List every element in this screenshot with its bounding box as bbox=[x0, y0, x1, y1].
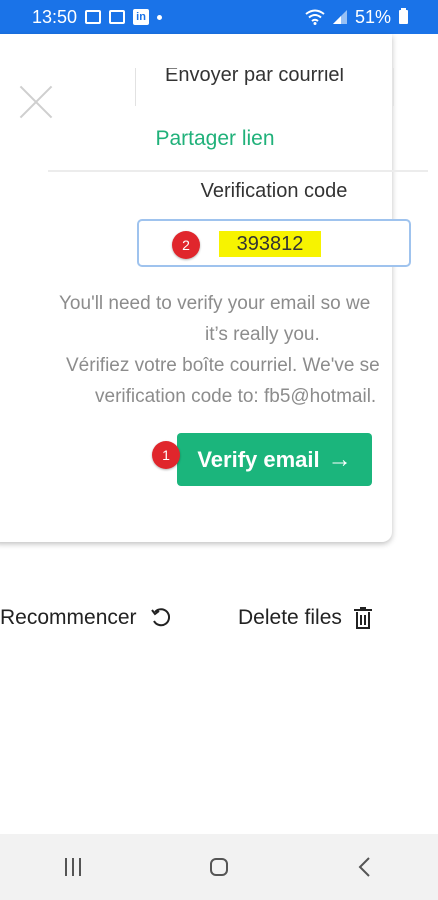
info-line-3: Vérifiez votre boîte courriel. We've se bbox=[66, 355, 380, 376]
delete-files-button[interactable]: Delete files bbox=[238, 606, 372, 630]
system-nav-bar bbox=[0, 834, 438, 900]
actions-row: Recommencer Delete files bbox=[0, 606, 438, 646]
signal-icon bbox=[332, 10, 347, 24]
trash-icon bbox=[353, 607, 372, 629]
tab-send-email[interactable]: Envoyer par courriel bbox=[135, 68, 394, 106]
tab-email-label: Envoyer par courriel bbox=[165, 68, 344, 86]
back-icon[interactable] bbox=[357, 856, 373, 878]
verify-email-button[interactable]: Verify email → bbox=[177, 433, 372, 486]
info-line-4: verification code to: fb5@hotmail. bbox=[95, 386, 377, 407]
linkedin-icon: in bbox=[133, 9, 150, 25]
status-bar: 13:50 in 51% bbox=[0, 0, 438, 34]
verify-email-label: Verify email bbox=[197, 446, 320, 472]
info-line-2: it’s really you. bbox=[205, 324, 320, 345]
status-time: 13:50 bbox=[32, 6, 78, 27]
arrow-right-icon: → bbox=[327, 445, 352, 473]
gallery-icon bbox=[109, 10, 126, 24]
battery-icon bbox=[399, 8, 408, 24]
step-badge-2: 2 bbox=[172, 231, 200, 259]
wifi-icon bbox=[305, 9, 325, 25]
delete-files-label: Delete files bbox=[238, 606, 342, 629]
restart-button[interactable]: Recommencer bbox=[0, 606, 173, 630]
verification-code-label: Verification code bbox=[200, 180, 348, 202]
info-line-1: You'll need to verify your email so we bbox=[59, 293, 371, 314]
restart-icon bbox=[150, 608, 170, 627]
home-icon[interactable] bbox=[209, 858, 228, 876]
restart-label: Recommencer bbox=[0, 606, 137, 629]
recent-apps-icon[interactable] bbox=[64, 858, 81, 876]
close-icon[interactable] bbox=[18, 84, 54, 120]
video-icon bbox=[85, 10, 102, 24]
battery-percent: 51% bbox=[354, 6, 391, 27]
verification-code-value: 393812 bbox=[219, 231, 321, 257]
tab-share-link[interactable]: Partager lien bbox=[48, 118, 382, 160]
divider bbox=[48, 170, 428, 172]
step-badge-1: 1 bbox=[152, 441, 180, 469]
dot-icon bbox=[157, 14, 163, 20]
